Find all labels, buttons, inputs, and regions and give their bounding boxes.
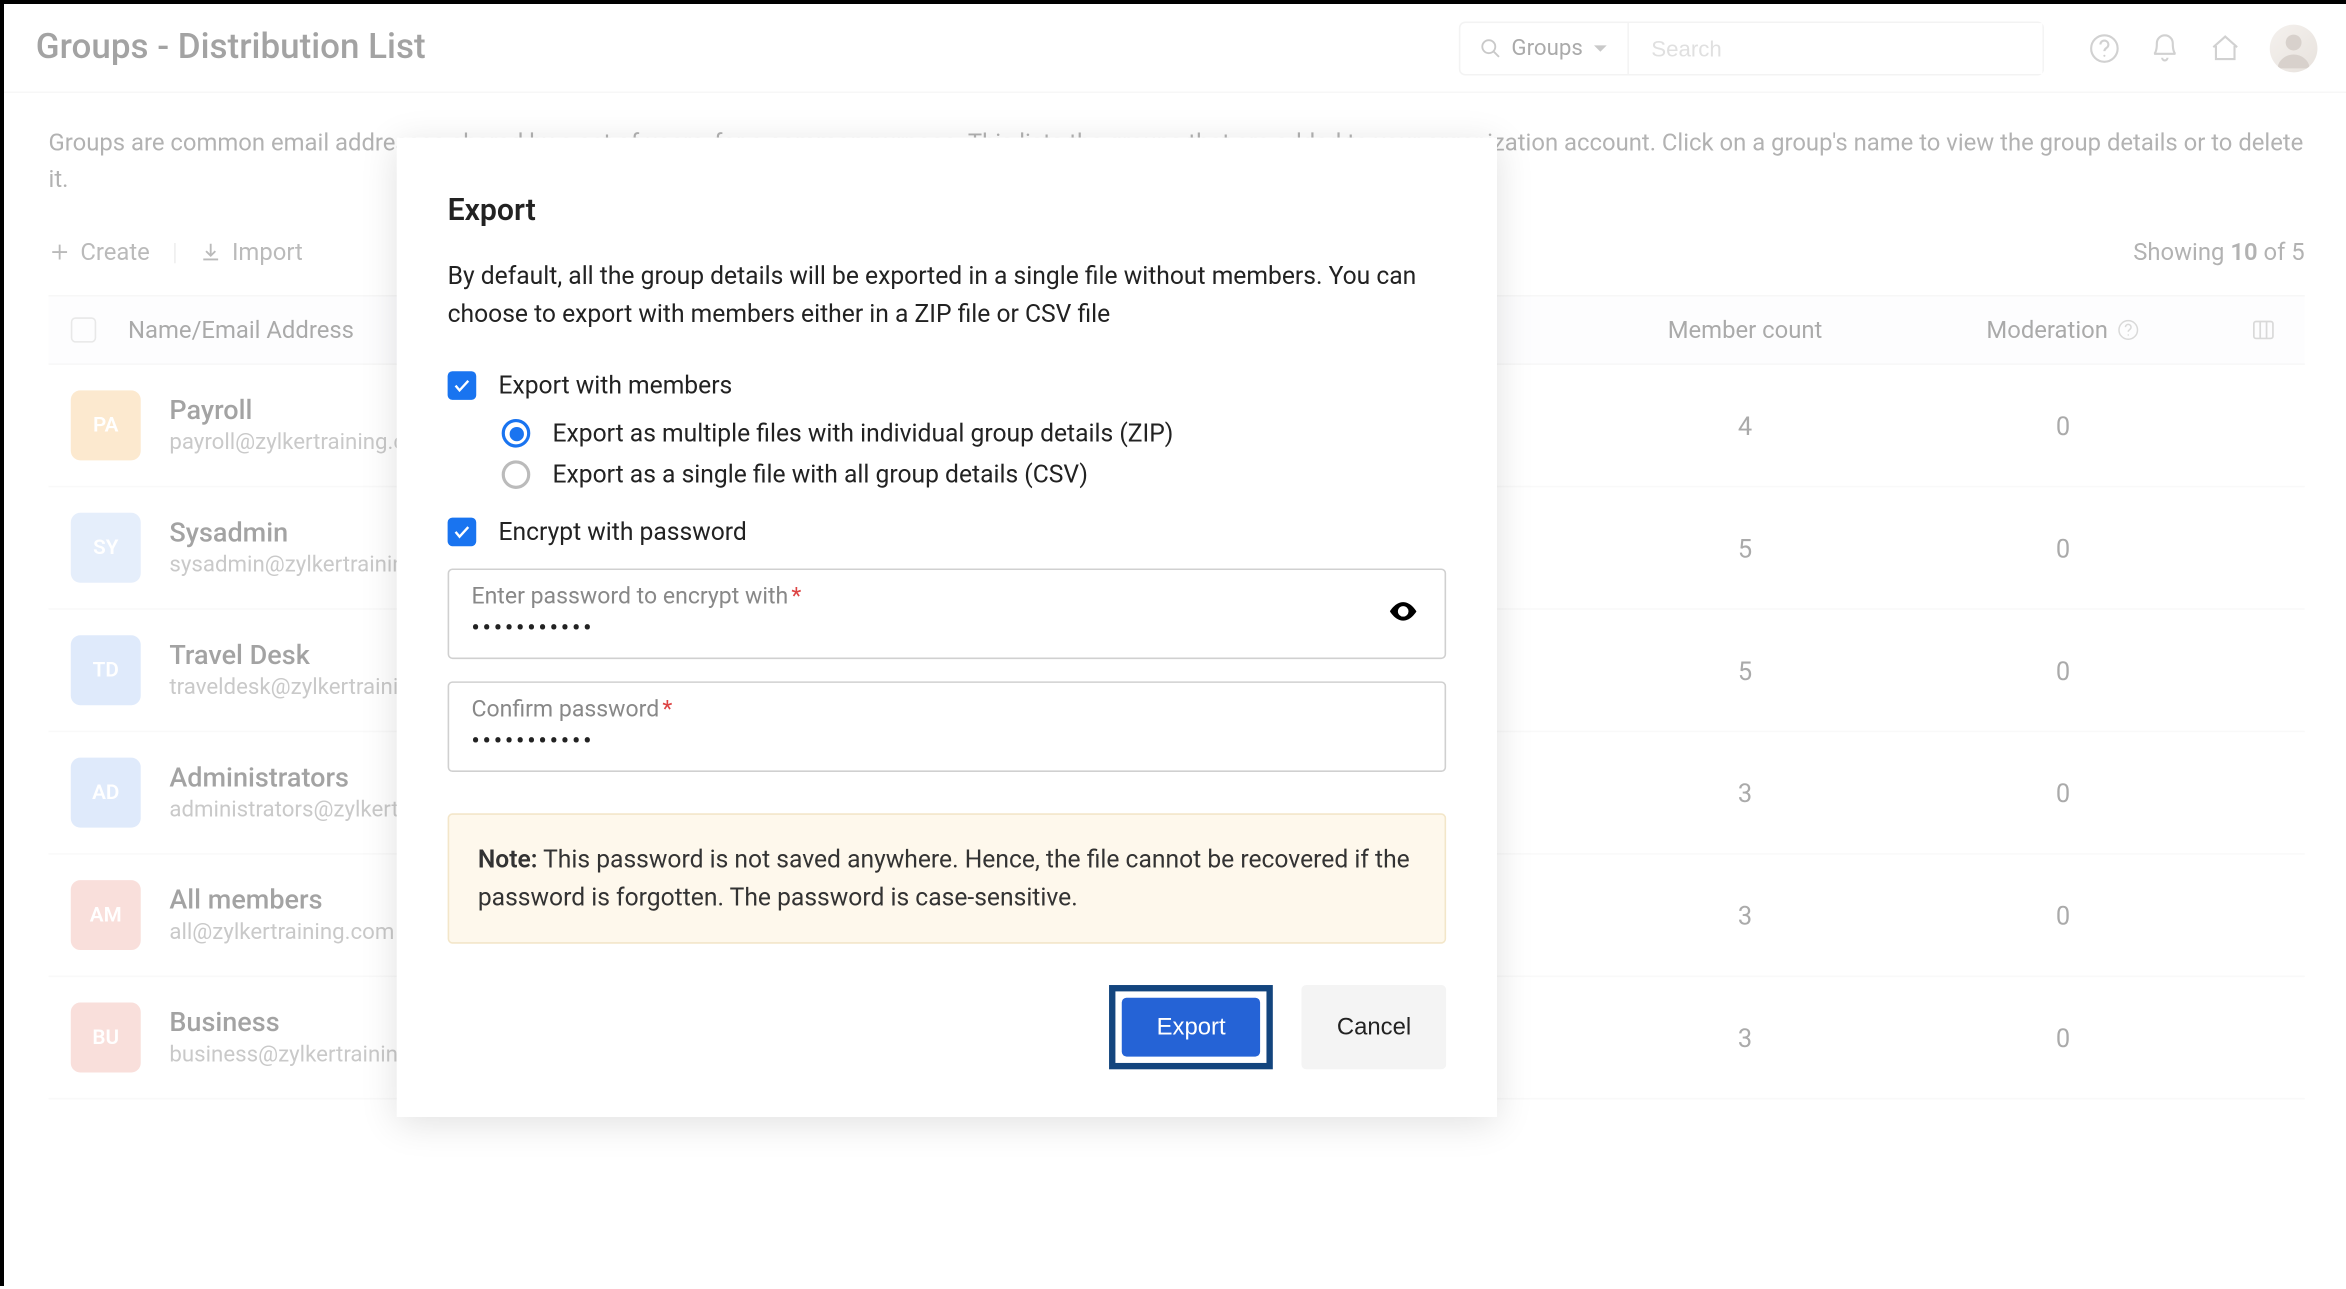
confirm-value: •••••••••••: [471, 729, 1422, 754]
check-icon: [452, 522, 471, 541]
encrypt-checkbox[interactable]: [448, 518, 477, 547]
confirm-password-field[interactable]: Confirm password* •••••••••••: [448, 681, 1447, 772]
option-zip-radio[interactable]: [502, 419, 531, 448]
cancel-button[interactable]: Cancel: [1302, 985, 1446, 1069]
modal-title: Export: [448, 192, 1447, 229]
encrypt-label: Encrypt with password: [498, 518, 746, 547]
toggle-password-visibility[interactable]: [1387, 595, 1419, 633]
export-button-highlight: Export: [1109, 985, 1273, 1069]
modal-description: By default, all the group details will b…: [448, 257, 1447, 333]
option-zip-label: Export as multiple files with individual…: [553, 419, 1174, 448]
export-modal: Export By default, all the group details…: [397, 138, 1497, 1118]
option-csv-radio[interactable]: [502, 460, 531, 489]
eye-icon: [1387, 595, 1419, 627]
option-csv-label: Export as a single file with all group d…: [553, 460, 1088, 489]
password-field[interactable]: Enter password to encrypt with* ••••••••…: [448, 568, 1447, 659]
export-button[interactable]: Export: [1122, 998, 1261, 1057]
check-icon: [452, 376, 471, 395]
password-value: •••••••••••: [471, 616, 1422, 641]
export-members-checkbox[interactable]: [448, 371, 477, 400]
export-members-label: Export with members: [498, 371, 732, 400]
password-note: Note: This password is not saved anywher…: [448, 813, 1447, 943]
